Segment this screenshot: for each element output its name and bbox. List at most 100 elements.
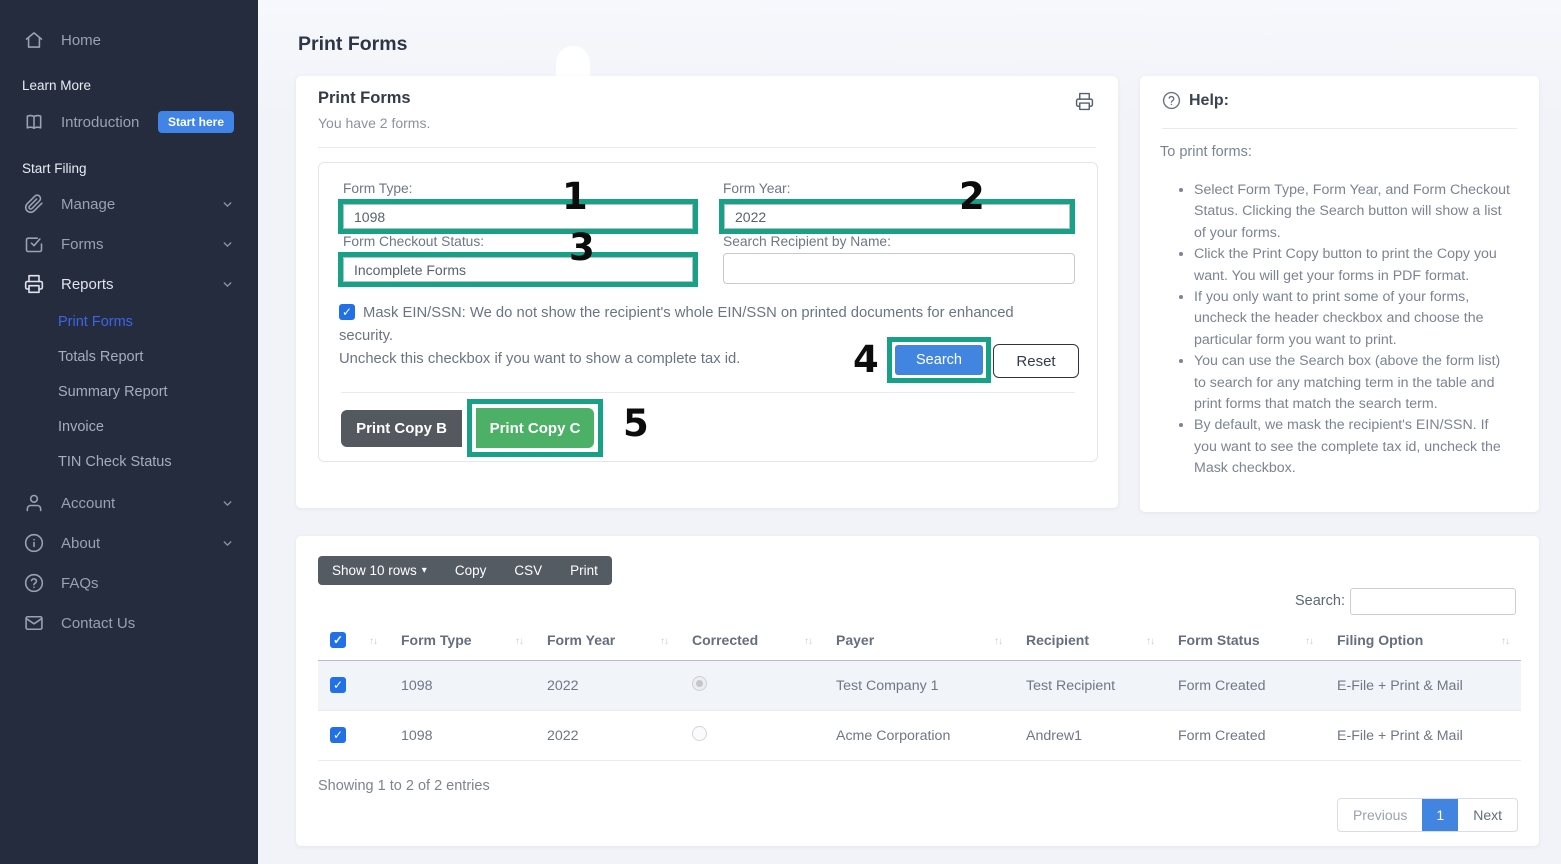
cell-form-year: 2022	[535, 661, 680, 711]
help-bullet: By default, we mask the recipient's EIN/…	[1194, 415, 1514, 479]
sidebar-item-home[interactable]: Home	[0, 20, 258, 60]
mask-line-2: Uncheck this checkbox if you want to sho…	[339, 351, 740, 367]
search-button[interactable]: Search	[895, 345, 983, 375]
print-forms-card: Print Forms You have 2 forms. Form Type:…	[296, 76, 1118, 508]
home-icon	[24, 30, 44, 50]
sidebar-item-reports[interactable]: Reports	[0, 264, 258, 304]
checkout-status-field[interactable]: Incomplete Forms	[343, 257, 693, 282]
csv-button[interactable]: CSV	[500, 556, 556, 585]
print-button[interactable]: Print	[556, 556, 612, 585]
recipient-search-input[interactable]	[723, 253, 1075, 284]
form-type-field[interactable]: 1098	[343, 204, 693, 229]
show-rows-button[interactable]: Show 10 rows ▾	[318, 556, 441, 585]
question-circle-icon	[24, 573, 44, 593]
help-bullet: You can use the Search box (above the fo…	[1194, 351, 1514, 415]
print-copy-b-button[interactable]: Print Copy B	[341, 410, 462, 447]
sidebar-item-contact-us[interactable]: Contact Us	[0, 603, 258, 643]
column-header-form-status[interactable]: Form Status↑↓	[1166, 622, 1325, 661]
table-row[interactable]: 1098 2022 Acme Corporation Andrew1 Form …	[318, 711, 1521, 761]
recipient-search-label: Search Recipient by Name:	[723, 234, 891, 249]
sidebar-item-print-forms[interactable]: Print Forms	[0, 304, 258, 339]
cell-recipient: Andrew1	[1014, 711, 1166, 761]
table-search-input[interactable]	[1350, 588, 1516, 615]
forms-table: ↑↓ Form Type↑↓ Form Year↑↓ Corrected↑↓ P…	[318, 622, 1521, 761]
sidebar-item-about[interactable]: About	[0, 523, 258, 563]
column-header-recipient[interactable]: Recipient↑↓	[1014, 622, 1166, 661]
sidebar-item-faqs[interactable]: FAQs	[0, 563, 258, 603]
chevron-down-icon	[221, 198, 234, 211]
cell-payer: Test Company 1	[824, 661, 1014, 711]
sidebar-item-tin-check-status[interactable]: TIN Check Status	[0, 444, 258, 479]
divider	[318, 147, 1096, 148]
printer-icon[interactable]	[1075, 92, 1094, 111]
row-checkbox[interactable]	[330, 677, 346, 693]
print-copy-c-button[interactable]: Print Copy C	[476, 408, 594, 448]
chevron-down-icon	[221, 278, 234, 291]
column-header-form-year[interactable]: Form Year↑↓	[535, 622, 680, 661]
book-icon	[24, 112, 44, 132]
annotation-box-5: Print Copy C	[467, 399, 603, 457]
help-bullet-list: Select Form Type, Form Year, and Form Ch…	[1180, 180, 1514, 480]
sort-icon[interactable]: ↑↓	[660, 636, 668, 647]
corrected-radio[interactable]	[692, 726, 707, 741]
card-title: Print Forms	[318, 89, 411, 108]
help-title: Help:	[1162, 91, 1229, 110]
row-checkbox[interactable]	[330, 727, 346, 743]
mask-ein-checkbox[interactable]	[339, 304, 355, 320]
sidebar-item-invoice[interactable]: Invoice	[0, 409, 258, 444]
sort-icon[interactable]: ↑↓	[515, 636, 523, 647]
help-intro: To print forms:	[1160, 144, 1252, 160]
sidebar-item-manage[interactable]: Manage	[0, 184, 258, 224]
sidebar-item-summary-report[interactable]: Summary Report	[0, 374, 258, 409]
cell-form-status: Form Created	[1166, 661, 1325, 711]
sort-icon[interactable]: ↑↓	[369, 636, 377, 647]
reset-button[interactable]: Reset	[993, 344, 1079, 378]
cell-form-type: 1098	[389, 661, 535, 711]
caret-down-icon: ▾	[422, 565, 427, 576]
table-row[interactable]: 1098 2022 Test Company 1 Test Recipient …	[318, 661, 1521, 711]
paperclip-icon	[24, 194, 44, 214]
cell-filing-option: E-File + Print & Mail	[1325, 661, 1521, 711]
cell-form-year: 2022	[535, 711, 680, 761]
sort-icon[interactable]: ↑↓	[1146, 636, 1154, 647]
column-header-payer[interactable]: Payer↑↓	[824, 622, 1014, 661]
form-year-field[interactable]: 2022	[724, 204, 1070, 229]
sort-icon[interactable]: ↑↓	[1305, 636, 1313, 647]
check-square-icon	[24, 234, 44, 254]
column-header-corrected[interactable]: Corrected↑↓	[680, 622, 824, 661]
show-rows-label: Show 10 rows	[332, 563, 417, 578]
table-header-row: ↑↓ Form Type↑↓ Form Year↑↓ Corrected↑↓ P…	[318, 622, 1521, 661]
next-page-button[interactable]: Next	[1458, 799, 1517, 831]
help-title-text: Help:	[1189, 92, 1229, 110]
sort-icon[interactable]: ↑↓	[804, 636, 812, 647]
sidebar-item-label: Account	[61, 495, 115, 512]
sidebar-item-account[interactable]: Account	[0, 483, 258, 523]
copy-button[interactable]: Copy	[441, 556, 501, 585]
pagination: Previous 1 Next	[1337, 798, 1518, 832]
column-header-form-type[interactable]: Form Type↑↓	[389, 622, 535, 661]
sidebar-item-label: Reports	[61, 276, 114, 293]
select-all-header[interactable]: ↑↓	[318, 622, 389, 661]
sort-icon[interactable]: ↑↓	[1501, 636, 1509, 647]
sidebar-item-label: FAQs	[61, 575, 99, 592]
help-bullet: Select Form Type, Form Year, and Form Ch…	[1194, 180, 1514, 244]
sidebar-item-label: Contact Us	[61, 615, 135, 632]
chevron-down-icon	[221, 537, 234, 550]
column-header-filing-option[interactable]: Filing Option↑↓	[1325, 622, 1521, 661]
annotation-box-2: 2022	[719, 199, 1075, 234]
corrected-radio[interactable]	[692, 676, 707, 691]
entries-info: Showing 1 to 2 of 2 entries	[318, 778, 490, 794]
user-icon	[24, 493, 44, 513]
sidebar-item-forms[interactable]: Forms	[0, 224, 258, 264]
sidebar-item-totals-report[interactable]: Totals Report	[0, 339, 258, 374]
annotation-number-2: 2	[959, 178, 985, 215]
chevron-down-icon	[221, 497, 234, 510]
page-1-button[interactable]: 1	[1422, 799, 1458, 831]
sidebar-item-introduction[interactable]: Introduction Start here	[0, 101, 258, 143]
sort-icon[interactable]: ↑↓	[994, 636, 1002, 647]
start-here-badge[interactable]: Start here	[158, 111, 234, 133]
select-all-checkbox[interactable]	[330, 632, 346, 648]
previous-page-button[interactable]: Previous	[1338, 799, 1422, 831]
info-icon	[24, 533, 44, 553]
table-search-label: Search:	[1295, 593, 1345, 609]
